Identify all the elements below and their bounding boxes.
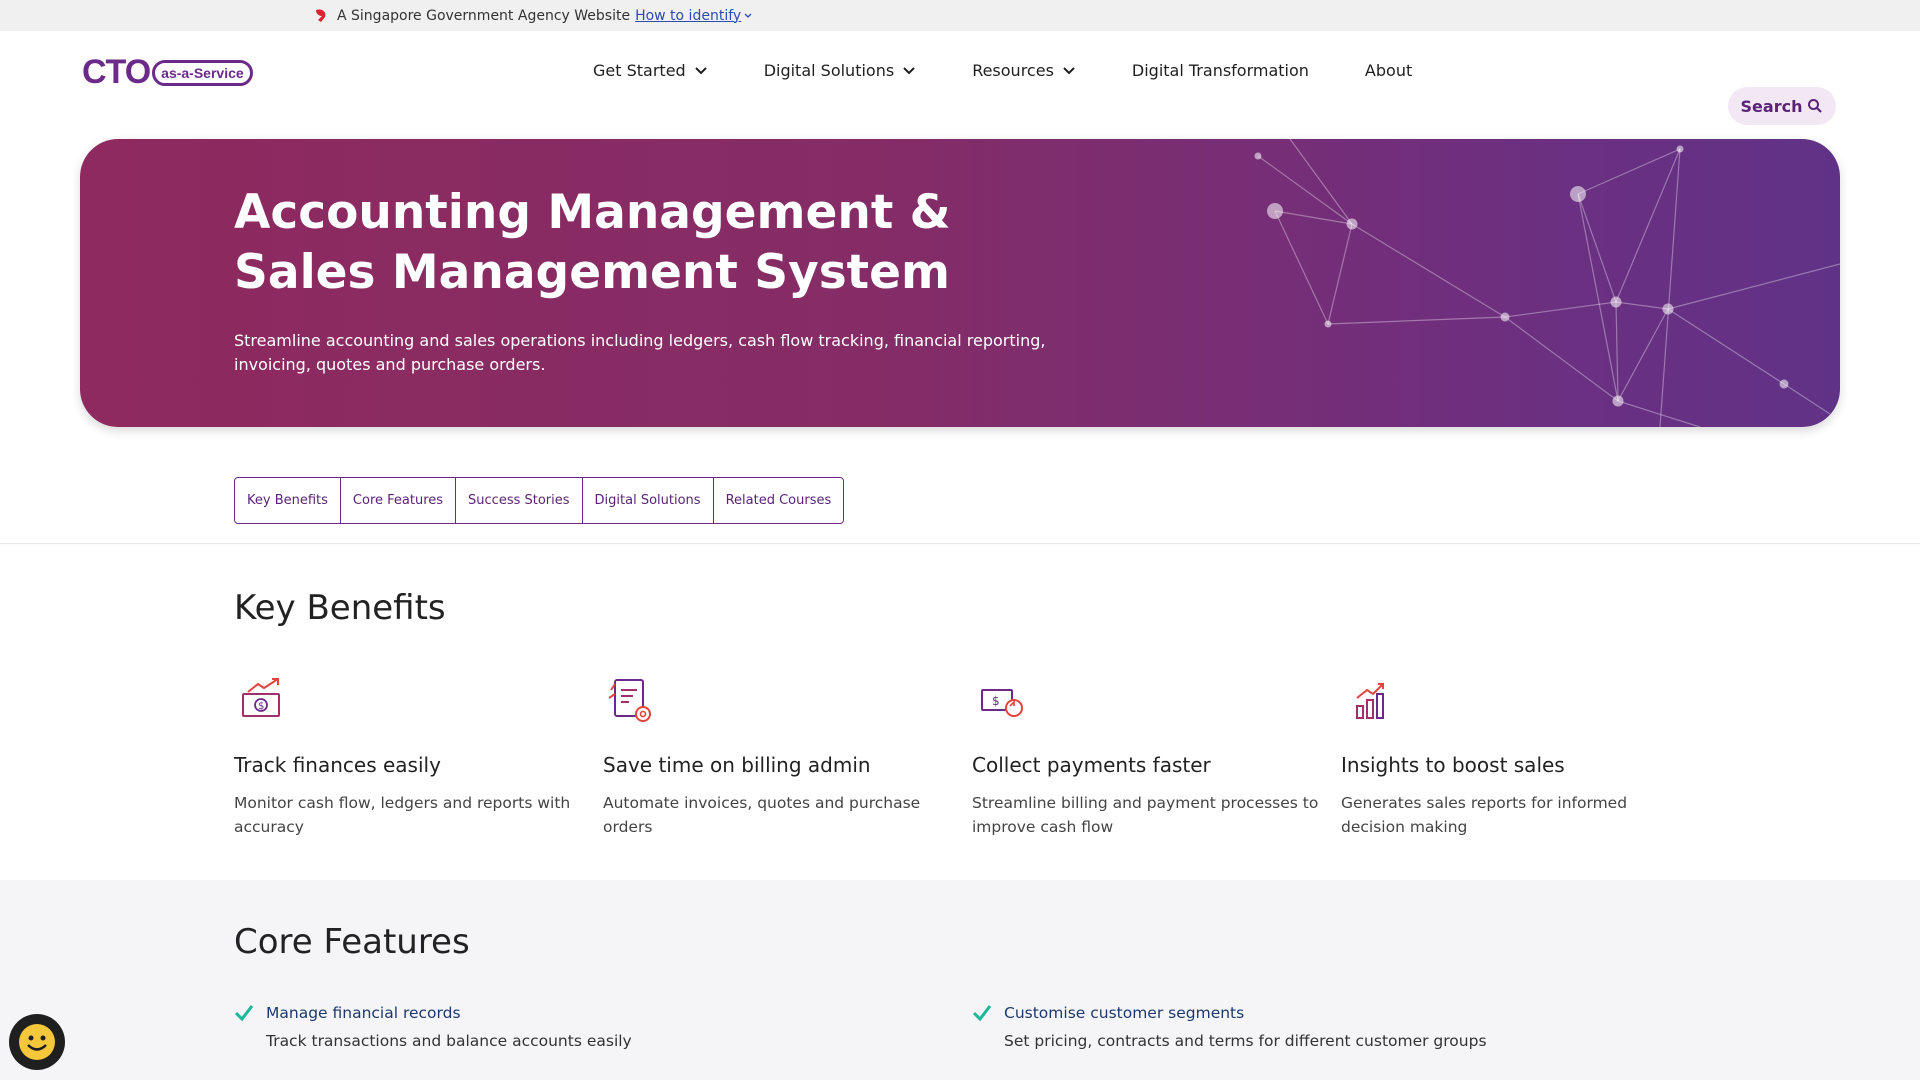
nav-item-label: Get Started <box>593 60 686 80</box>
check-icon <box>234 1005 254 1022</box>
core-features-heading: Core Features <box>234 922 470 962</box>
feature-title: Customise customer segments <box>1004 1004 1245 1022</box>
nav-item-label: Digital Transformation <box>1131 60 1309 80</box>
nav-item-get-started[interactable]: Get Started <box>593 61 708 80</box>
payment-cycle-icon: $ <box>981 689 1023 717</box>
main-navigation: CTO as-a-Service Get Started Digital Sol… <box>0 31 1920 139</box>
cto-as-a-service-logo[interactable]: CTO as-a-Service <box>82 53 253 92</box>
nav-item-about[interactable]: About <box>1365 61 1412 80</box>
nav-item-label: About <box>1364 60 1413 80</box>
invoice-gear-icon <box>608 679 651 722</box>
nav-item-digital-transformation[interactable]: Digital Transformation <box>1132 61 1309 80</box>
hero-banner: Accounting Management & Sales Management… <box>80 139 1840 427</box>
nav-item-label: Resources <box>972 60 1054 80</box>
chevron-down-icon <box>1063 67 1075 75</box>
benefit-card: $ Track finances easily Monitor cash flo… <box>234 676 584 839</box>
bar-chart-growth-icon <box>1356 683 1384 719</box>
money-growth-icon: $ <box>242 678 280 717</box>
svg-text:$: $ <box>258 701 264 712</box>
how-to-identify-link[interactable]: How to identify <box>635 8 741 24</box>
divider <box>0 543 1920 544</box>
network-pattern-graphic <box>1254 139 1840 427</box>
masthead-text: A Singapore Government Agency Website <box>337 7 631 24</box>
chatbot-button[interactable] <box>9 1014 65 1070</box>
benefit-text: Generates sales reports for informed dec… <box>1341 794 1628 836</box>
benefit-card: $ Collect payments faster Streamline bil… <box>972 676 1322 839</box>
benefit-title: Insights to boost sales <box>1341 753 1565 777</box>
benefit-card: Insights to boost sales Generates sales … <box>1341 676 1691 839</box>
check-icon <box>972 1005 992 1022</box>
tab-success-stories[interactable]: Success Stories <box>456 478 583 523</box>
search-label: Search <box>1740 96 1803 116</box>
hero-description: Streamline accounting and sales operatio… <box>234 331 1046 374</box>
benefit-title: Save time on billing admin <box>603 753 871 777</box>
core-features-section <box>0 880 1920 1080</box>
section-tabs: Key Benefits Core Features Success Stori… <box>234 477 845 524</box>
chevron-down-icon <box>694 67 707 75</box>
benefit-text: Monitor cash flow, ledgers and reports w… <box>234 794 571 836</box>
search-button[interactable]: Search <box>1728 87 1836 125</box>
nav-item-label: Digital Solutions <box>763 60 895 80</box>
tab-core-features[interactable]: Core Features <box>341 478 457 523</box>
gov-masthead: A Singapore Government Agency Website Ho… <box>0 0 1920 31</box>
feature-item: Manage financial records Track transacti… <box>234 1004 632 1050</box>
benefit-title: Collect payments faster <box>972 753 1211 777</box>
benefit-text: Automate invoices, quotes and purchase o… <box>603 794 921 836</box>
chevron-down-icon[interactable] <box>743 11 753 21</box>
feature-text: Set pricing, contracts and terms for dif… <box>1004 1032 1487 1050</box>
feature-item: Customise customer segments Set pricing,… <box>972 1004 1487 1050</box>
benefit-title: Track finances easily <box>234 753 441 777</box>
feature-title: Manage financial records <box>266 1004 461 1022</box>
tab-digital-solutions[interactable]: Digital Solutions <box>583 478 714 523</box>
hero-title: Accounting Management & Sales Management… <box>234 185 951 300</box>
nav-item-resources[interactable]: Resources <box>972 61 1076 80</box>
singapore-lion-icon <box>316 8 326 22</box>
feature-text: Track transactions and balance accounts … <box>266 1032 632 1050</box>
search-icon <box>1808 99 1823 113</box>
nav-item-digital-solutions[interactable]: Digital Solutions <box>764 61 917 80</box>
chevron-down-icon <box>903 67 915 75</box>
nav-menu: Get Started Digital Solutions Resources … <box>593 31 1468 109</box>
tab-related-courses[interactable]: Related Courses <box>714 478 844 523</box>
key-benefits-heading: Key Benefits <box>234 588 446 628</box>
benefit-card: Save time on billing admin Automate invo… <box>603 676 953 839</box>
logo-badge-text: as-a-Service <box>152 59 253 86</box>
smiley-icon <box>19 1024 55 1060</box>
tab-key-benefits[interactable]: Key Benefits <box>235 478 341 523</box>
svg-text:$: $ <box>992 694 1000 708</box>
benefit-text: Streamline billing and payment processes… <box>972 794 1319 836</box>
logo-cto-text: CTO <box>82 53 151 91</box>
